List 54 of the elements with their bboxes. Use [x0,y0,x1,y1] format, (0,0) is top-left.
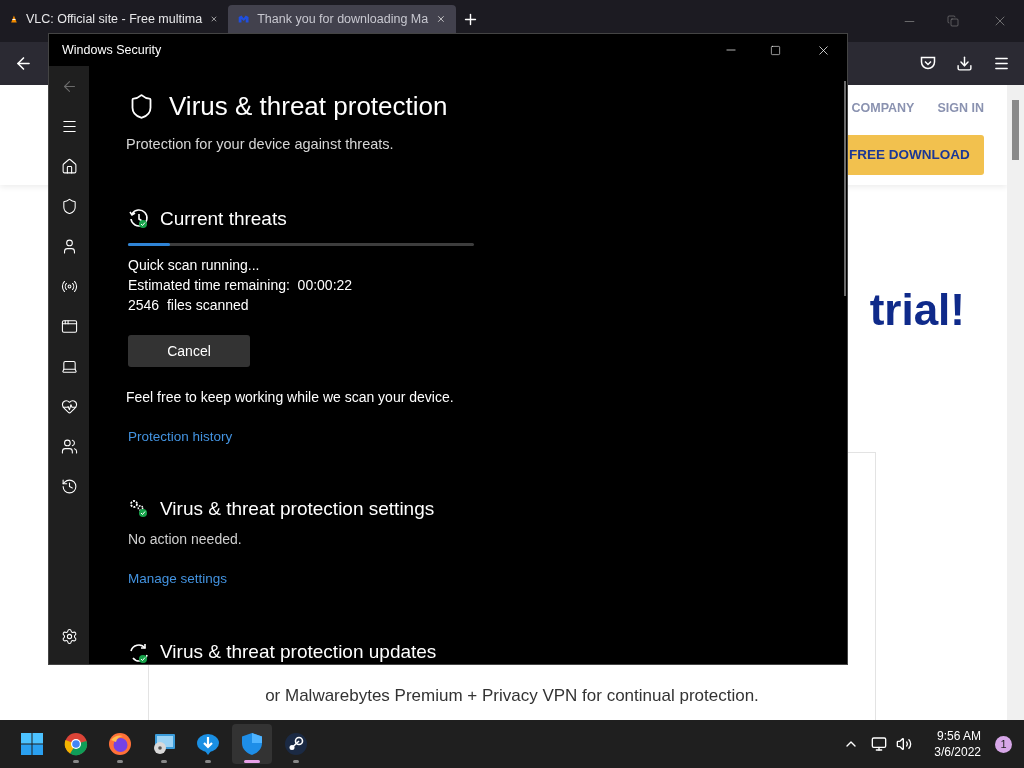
people-icon[interactable] [60,437,78,455]
menu-icon[interactable] [993,55,1010,72]
download-icon[interactable] [956,55,973,72]
sync-check-icon [128,641,150,664]
settings-icon[interactable] [60,627,78,645]
page-subtitle: Protection for your device against threats. [126,135,395,154]
browser-tab[interactable]: VLC: Official site - Free multima [0,5,228,33]
firefox-icon [108,732,132,756]
monitor-disc-icon [152,732,176,756]
volume-icon[interactable] [896,736,913,752]
download-app-icon [196,732,220,756]
back-icon[interactable] [14,54,33,73]
scan-status-text: Quick scan running... [128,256,261,276]
free-download-button[interactable]: FREE DOWNLOAD [848,134,984,175]
manage-settings-link[interactable]: Manage settings [128,569,228,590]
section-title: Virus & threat protection updates [160,640,437,664]
clock[interactable]: 9:56 AM 3/6/2022 [934,728,981,760]
browser-tab[interactable]: Thank you for downloading Ma [228,5,456,33]
maximize-icon[interactable] [770,44,781,56]
pocket-icon[interactable] [920,56,936,71]
steam-icon [284,732,308,756]
new-tab-icon[interactable] [462,11,479,28]
card-text: or Malwarebytes Premium + Privacy VPN for continual protection. [265,684,759,707]
page-heading: Virus & threat protection [169,90,448,123]
settings-status: No action needed. [128,530,243,549]
date-text: 3/6/2022 [934,744,981,760]
scan-note: Feel free to keep working while we scan your device. [126,388,454,408]
shield-icon[interactable] [60,197,78,215]
protection-history-link[interactable]: Protection history [128,427,233,448]
scrollbar-thumb[interactable] [1012,100,1019,160]
network-icon[interactable] [871,736,888,752]
scan-status-text: 2546 files scanned [128,296,250,316]
section-title: Virus & threat protection settings [160,496,435,521]
time-text: 9:56 AM [936,728,981,744]
app-window-icon[interactable] [60,317,78,335]
scroll-thumb[interactable] [844,81,846,296]
headline: trial! [869,288,965,332]
history-icon[interactable] [60,477,78,495]
cancel-button[interactable]: Cancel [128,335,250,368]
clock-check-icon [128,208,150,230]
tab-title: Thank you for downloading Ma [257,10,429,28]
tab-title: VLC: Official site - Free multima [25,10,203,28]
scan-status-text: Estimated time remaining: 00:00:22 [128,276,354,296]
shield-app-icon [240,732,264,756]
site-logo-icon [238,13,250,25]
window-title: Windows Security [62,41,163,59]
notification-badge[interactable]: 1 [995,735,1012,753]
heart-pulse-icon[interactable] [60,397,78,415]
section-title: Current threats [160,206,287,231]
taskbar-app[interactable] [232,724,272,764]
home-icon[interactable] [60,157,78,175]
windows-logo-icon [20,732,44,756]
gears-check-icon [128,497,150,520]
chrome-icon [64,732,88,756]
